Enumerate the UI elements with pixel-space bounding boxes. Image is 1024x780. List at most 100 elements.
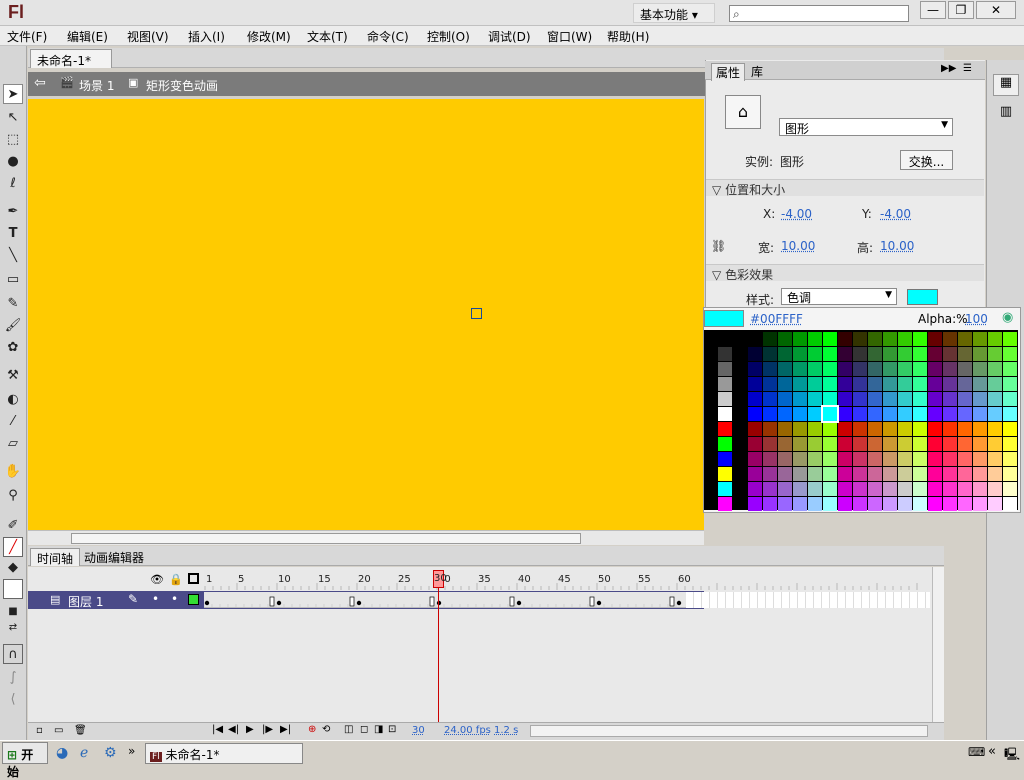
- frame-row[interactable]: [204, 592, 704, 608]
- swap-button[interactable]: 交换...: [900, 150, 953, 170]
- color-swatch[interactable]: [808, 407, 822, 421]
- color-swatch[interactable]: [838, 347, 852, 361]
- color-swatch[interactable]: [943, 347, 957, 361]
- color-grid[interactable]: [704, 330, 1018, 511]
- color-swatch[interactable]: [943, 377, 957, 391]
- color-swatch[interactable]: [913, 482, 927, 496]
- color-swatch[interactable]: [868, 452, 882, 466]
- color-swatch[interactable]: [823, 422, 837, 436]
- selection-tool-icon[interactable]: ➤: [3, 84, 23, 104]
- color-swatch[interactable]: [718, 452, 732, 466]
- stage-horizontal-scrollbar[interactable]: [28, 530, 704, 545]
- color-swatch[interactable]: [988, 452, 1002, 466]
- subselection-tool-icon[interactable]: ↖: [3, 108, 23, 128]
- straighten-icon[interactable]: ⟨: [3, 690, 23, 710]
- width-value[interactable]: 10.00: [781, 239, 815, 253]
- settings-icon[interactable]: ⚙: [104, 745, 117, 761]
- outline-icon[interactable]: [188, 573, 199, 584]
- color-swatch[interactable]: [973, 362, 987, 376]
- collapse-panel-icon[interactable]: ▶▶: [941, 63, 956, 74]
- panel-menu-icon[interactable]: ☰: [963, 63, 972, 74]
- color-swatch[interactable]: [988, 437, 1002, 451]
- color-swatch[interactable]: [763, 497, 777, 511]
- brush-tool-icon[interactable]: 🖌: [3, 316, 23, 336]
- color-swatch[interactable]: [823, 377, 837, 391]
- color-swatch[interactable]: [868, 497, 882, 511]
- color-swatch[interactable]: [718, 497, 732, 511]
- style-dropdown[interactable]: 色调 ▼: [781, 288, 897, 305]
- color-swatch[interactable]: [868, 407, 882, 421]
- keyboard-icon[interactable]: ⌨: [968, 745, 985, 759]
- color-swatch[interactable]: [748, 452, 762, 466]
- color-swatch[interactable]: [913, 377, 927, 391]
- color-swatch[interactable]: [763, 347, 777, 361]
- color-swatch[interactable]: [913, 452, 927, 466]
- color-swatch[interactable]: [1003, 362, 1017, 376]
- tab-timeline[interactable]: 时间轴: [30, 548, 81, 566]
- color-swatch[interactable]: [943, 407, 957, 421]
- color-swatch[interactable]: [763, 422, 777, 436]
- color-swatch[interactable]: [958, 392, 972, 406]
- alpha-value[interactable]: 100: [965, 312, 988, 326]
- color-swatch[interactable]: [928, 362, 942, 376]
- color-swatch[interactable]: [808, 332, 822, 346]
- color-swatch[interactable]: [868, 332, 882, 346]
- color-swatch[interactable]: [898, 332, 912, 346]
- workspace-switcher[interactable]: 基本功能 ▾: [633, 3, 715, 23]
- color-swatch[interactable]: [778, 392, 792, 406]
- color-swatch[interactable]: [763, 332, 777, 346]
- color-swatch[interactable]: [883, 332, 897, 346]
- color-swatch[interactable]: [853, 497, 867, 511]
- color-swatch[interactable]: [973, 332, 987, 346]
- color-swatch[interactable]: [718, 437, 732, 451]
- color-swatch[interactable]: [928, 377, 942, 391]
- color-swatch[interactable]: [838, 497, 852, 511]
- color-swatch[interactable]: [988, 497, 1002, 511]
- color-swatch[interactable]: [838, 482, 852, 496]
- color-swatch[interactable]: [778, 377, 792, 391]
- color-swatch[interactable]: [853, 362, 867, 376]
- color-swatch[interactable]: [853, 452, 867, 466]
- stroke-color-swatch[interactable]: ╱: [3, 537, 23, 557]
- lock-dot-icon[interactable]: •: [171, 592, 178, 606]
- color-swatch[interactable]: [718, 422, 732, 436]
- menu-insert[interactable]: 插入(I): [188, 28, 225, 45]
- color-swatch[interactable]: [883, 437, 897, 451]
- color-swatch[interactable]: [1003, 467, 1017, 481]
- color-swatch[interactable]: [793, 482, 807, 496]
- scrollbar-thumb[interactable]: [71, 533, 581, 544]
- color-swatch[interactable]: [913, 332, 927, 346]
- color-swatch[interactable]: [898, 497, 912, 511]
- color-swatch[interactable]: [928, 437, 942, 451]
- color-swatch[interactable]: [823, 497, 837, 511]
- color-swatch[interactable]: [853, 467, 867, 481]
- color-swatch[interactable]: [718, 467, 732, 481]
- color-swatch[interactable]: [973, 347, 987, 361]
- color-swatch[interactable]: [883, 482, 897, 496]
- color-swatch[interactable]: [1003, 407, 1017, 421]
- color-swatch[interactable]: [988, 332, 1002, 346]
- keyframe-dot[interactable]: [276, 600, 282, 606]
- menu-commands[interactable]: 命令(C): [367, 28, 409, 45]
- color-swatch[interactable]: [898, 377, 912, 391]
- color-swatch[interactable]: [913, 497, 927, 511]
- color-swatch[interactable]: [838, 422, 852, 436]
- color-swatch[interactable]: [958, 347, 972, 361]
- color-swatch[interactable]: [1003, 392, 1017, 406]
- color-swatch[interactable]: [988, 407, 1002, 421]
- color-swatch[interactable]: [973, 437, 987, 451]
- color-swatch[interactable]: [808, 437, 822, 451]
- color-swatch[interactable]: [868, 362, 882, 376]
- color-swatch[interactable]: [793, 362, 807, 376]
- pen-tool-icon[interactable]: ✒: [3, 202, 23, 222]
- delete-layer-icon[interactable]: 🗑: [74, 725, 87, 736]
- color-swatch[interactable]: [838, 452, 852, 466]
- color-swatch[interactable]: [958, 422, 972, 436]
- symbol-type-dropdown[interactable]: 图形 ▼: [779, 118, 953, 136]
- color-swatch[interactable]: [973, 482, 987, 496]
- color-swatch[interactable]: [898, 437, 912, 451]
- tint-color-swatch[interactable]: [907, 289, 938, 305]
- first-frame-icon[interactable]: |◀: [212, 724, 223, 735]
- layer-outline-color[interactable]: [188, 594, 199, 605]
- color-swatch[interactable]: [958, 377, 972, 391]
